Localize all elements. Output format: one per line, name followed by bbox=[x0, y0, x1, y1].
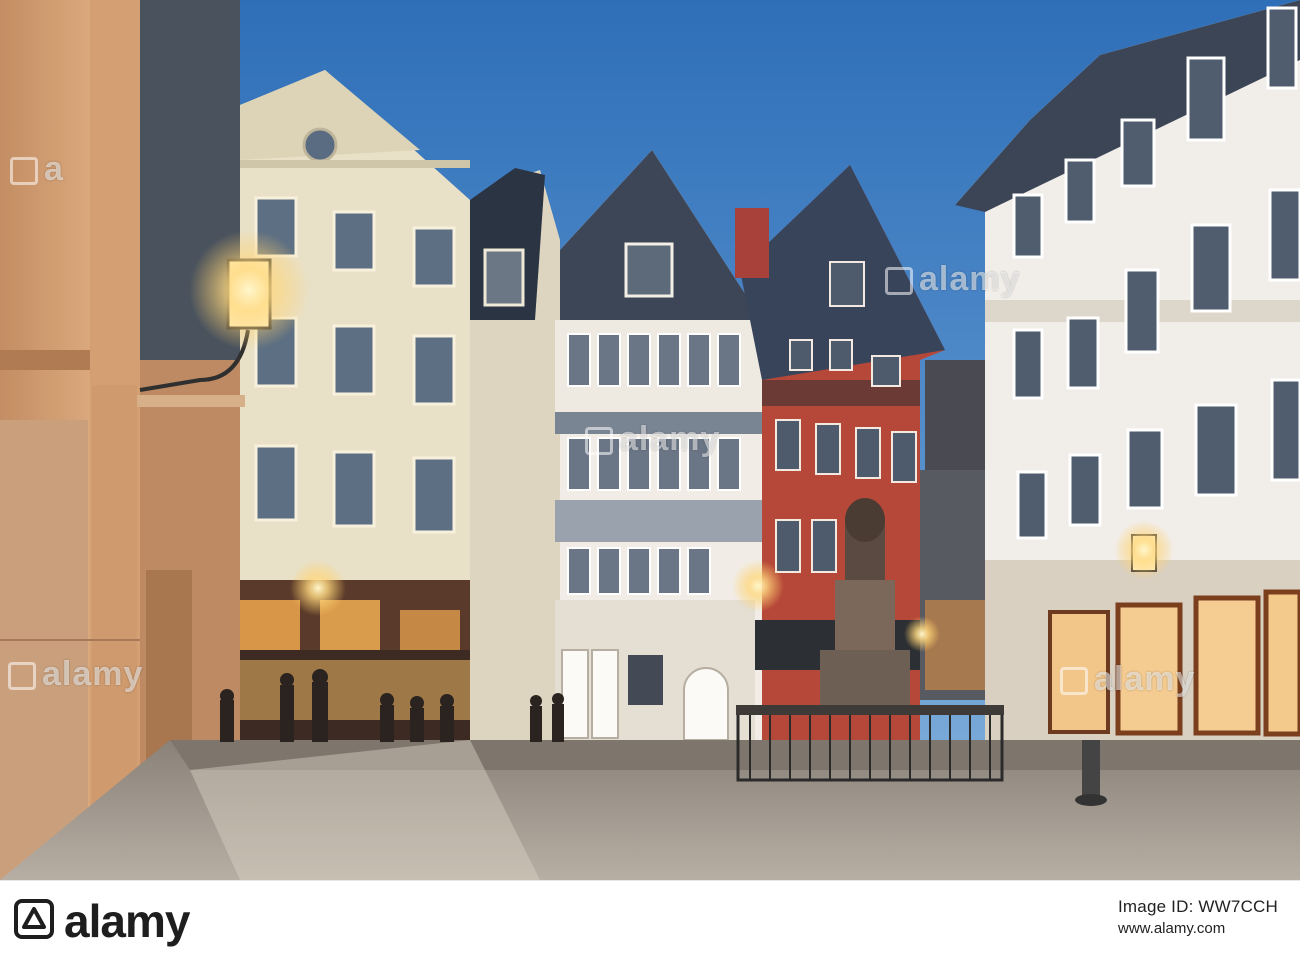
street-scene-image bbox=[0, 0, 1300, 880]
alamy-logo-mark-icon bbox=[14, 899, 54, 939]
watermark-footer: alamy Image ID: WW7CCH www.alamy.com bbox=[0, 880, 1300, 958]
alamy-logo: alamy bbox=[14, 891, 274, 949]
image-info: Image ID: WW7CCH www.alamy.com bbox=[1118, 895, 1278, 939]
image-id-label: Image ID: WW7CCH bbox=[1118, 897, 1278, 916]
photo: a alamy alamy alamy alamy bbox=[0, 0, 1300, 880]
site-url: www.alamy.com bbox=[1118, 920, 1226, 937]
alamy-logo-text: alamy bbox=[64, 895, 190, 947]
